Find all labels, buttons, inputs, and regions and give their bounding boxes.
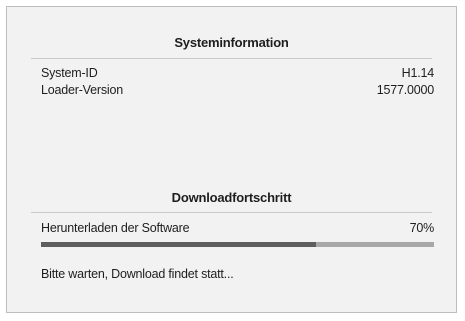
system-info-divider xyxy=(31,58,432,59)
system-id-value: H1.14 xyxy=(401,66,435,80)
download-progress-divider xyxy=(31,212,432,213)
download-progress-fill xyxy=(41,242,317,247)
system-info-title: Systeminformation xyxy=(174,35,289,50)
loader-version-value: 1577.0000 xyxy=(376,83,434,97)
system-id-label: System-ID xyxy=(41,66,98,80)
download-task-row: Herunterladen der Software 70% xyxy=(41,220,434,236)
download-percent-value: 70% xyxy=(409,221,435,235)
download-task-label: Herunterladen der Software xyxy=(41,221,190,235)
system-info-screen: Systeminformation System-ID H1.14 Loader… xyxy=(6,6,457,313)
download-progress-bar xyxy=(41,242,434,247)
loader-version-label: Loader-Version xyxy=(41,83,123,97)
loader-version-row: Loader-Version 1577.0000 xyxy=(41,82,434,98)
download-status-text: Bitte warten, Download findet statt... xyxy=(41,267,234,281)
system-id-row: System-ID H1.14 xyxy=(41,65,434,81)
download-progress-title: Downloadfortschritt xyxy=(171,190,292,205)
